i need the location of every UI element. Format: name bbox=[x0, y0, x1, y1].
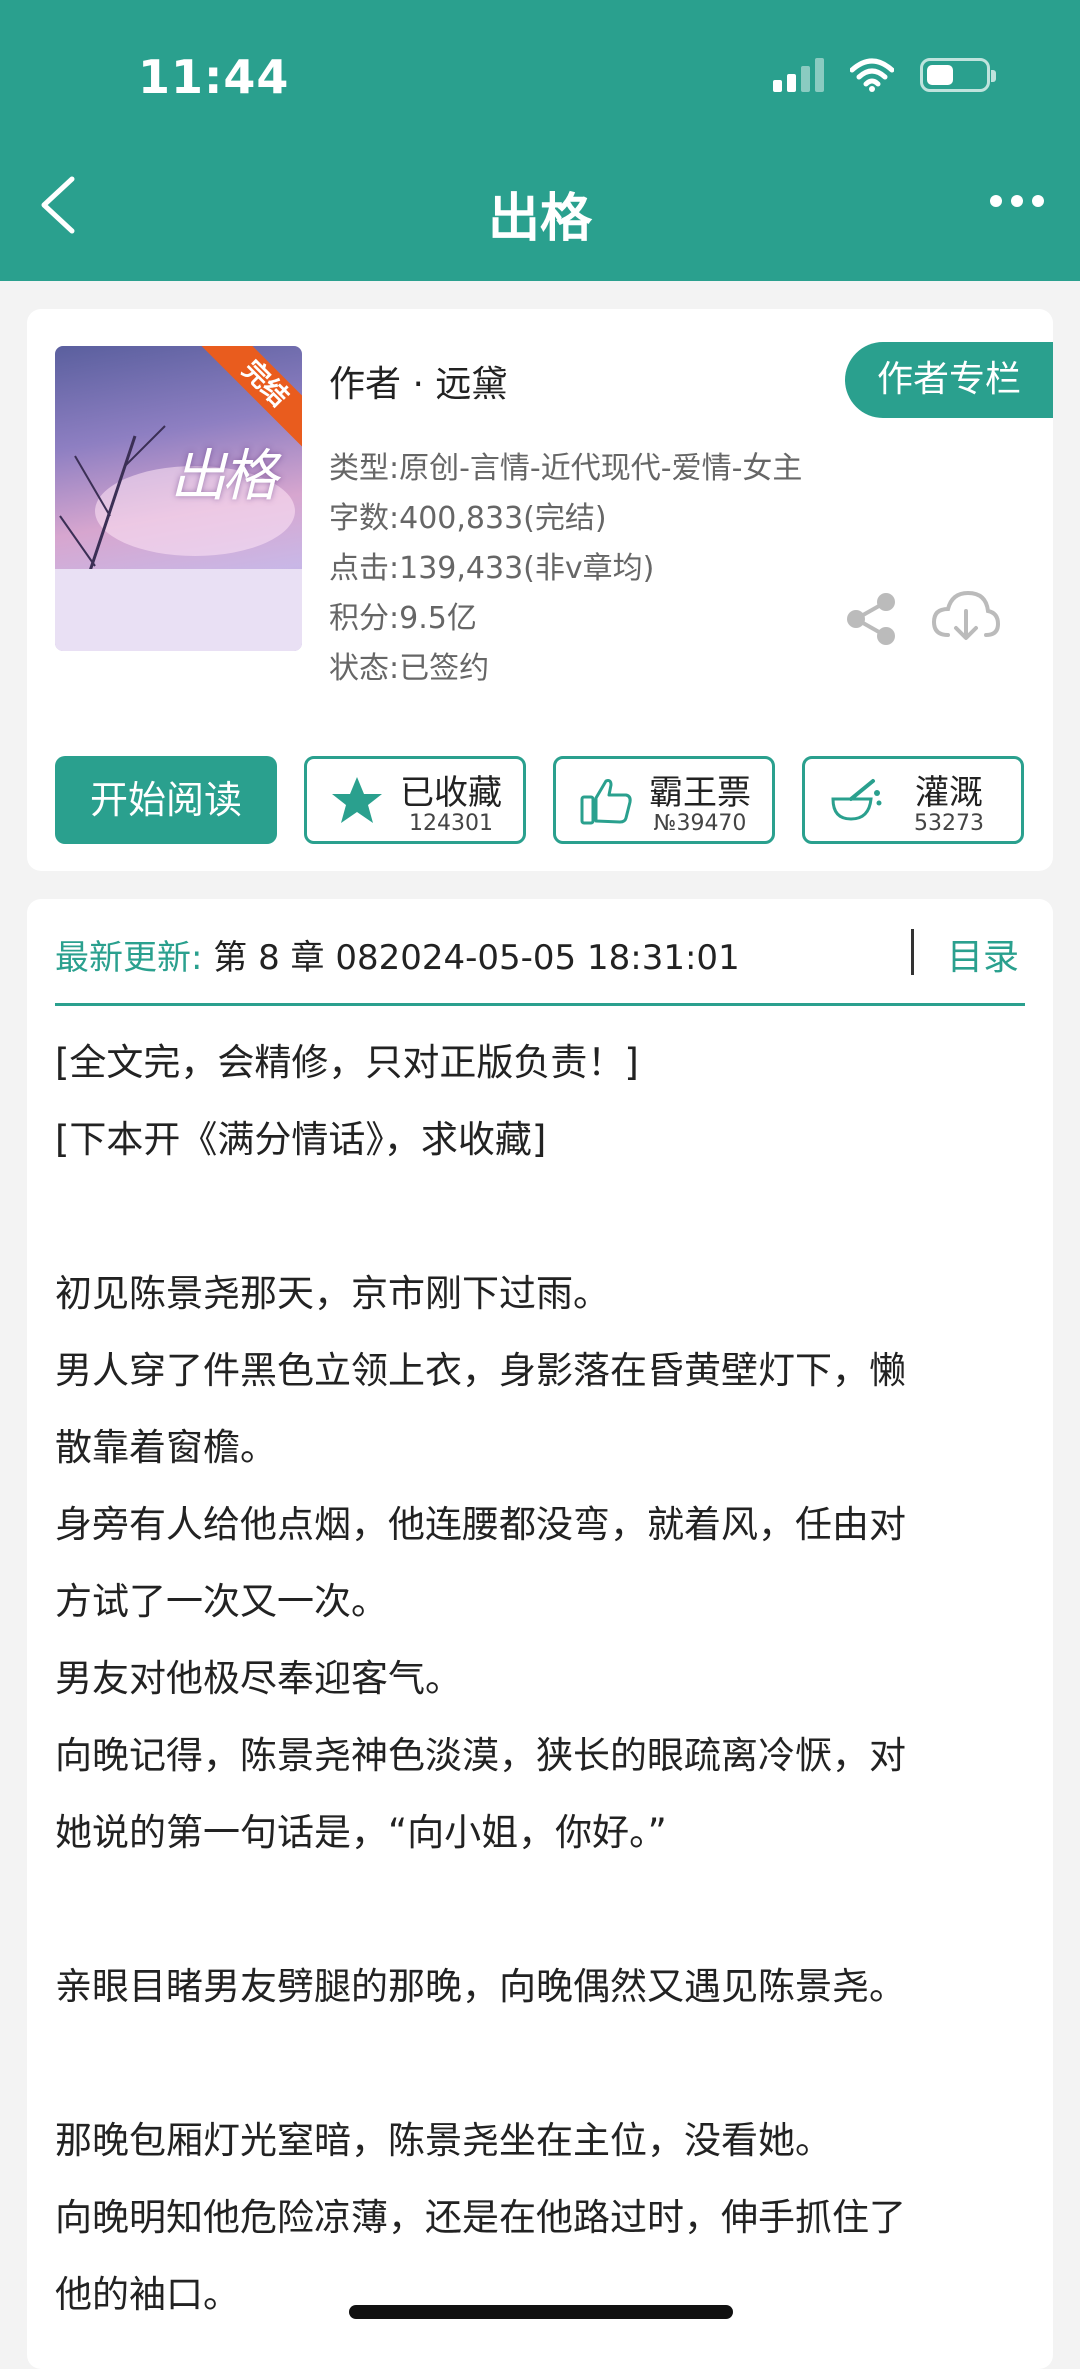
collect-button[interactable]: 已收藏 124301 bbox=[304, 756, 526, 844]
wifi-icon bbox=[850, 58, 894, 92]
description-line: 男人穿了件黑色立领上衣，身影落在昏黄壁灯下，懒 bbox=[55, 1349, 906, 1392]
description-line: [下本开《满分情话》，求收藏] bbox=[55, 1118, 547, 1161]
description-line: 散靠着窗檐。 bbox=[55, 1426, 277, 1469]
app-header: 11:44 出格 bbox=[0, 0, 1080, 281]
book-score: 积分:9.5亿 bbox=[329, 601, 477, 636]
description-line: 他的袖口。 bbox=[55, 2273, 240, 2316]
page-title: 出格 bbox=[487, 189, 592, 249]
vote-label: 霸王票 bbox=[649, 773, 751, 813]
action-buttons: 开始阅读 已收藏 124301 霸王票 №39470 灌溉 53273 bbox=[55, 756, 1024, 844]
description-line: 她说的第一句话是，“向小姐，你好。” bbox=[55, 1811, 667, 1854]
collect-label: 已收藏 bbox=[400, 773, 502, 813]
status-icons bbox=[773, 58, 996, 92]
book-description-card: 最新更新: 第 8 章 082024-05-05 18:31:01 目录 [全文… bbox=[27, 899, 1053, 2369]
description-line: 向晚明知他危险凉薄，还是在他路过时，伸手抓住了 bbox=[55, 2196, 906, 2239]
water-button[interactable]: 灌溉 53273 bbox=[802, 756, 1024, 844]
vote-count: №39470 bbox=[653, 811, 747, 836]
description-line: 男友对他极尽奉迎客气。 bbox=[55, 1657, 462, 1700]
book-clicks: 点击:139,433(非v章均) bbox=[329, 551, 655, 586]
more-menu-button[interactable] bbox=[990, 195, 1044, 207]
description-line: 亲眼目睹男友劈腿的那晚，向晚偶然又遇见陈景尧。 bbox=[55, 1965, 906, 2008]
author-column-button[interactable]: 作者专栏 bbox=[845, 342, 1053, 418]
vote-button[interactable]: 霸王票 №39470 bbox=[553, 756, 775, 844]
cellular-signal-icon bbox=[773, 58, 824, 92]
book-info-card: 出格 完结 作者 · 远黛 作者专栏 类型:原创-言情-近代现代-爱情-女主 字… bbox=[27, 309, 1053, 871]
start-reading-button[interactable]: 开始阅读 bbox=[55, 756, 277, 844]
home-indicator[interactable] bbox=[349, 2305, 733, 2319]
book-description: [全文完，会精修，只对正版负责！] [下本开《满分情话》，求收藏] 初见陈景尧那… bbox=[55, 1024, 1035, 2333]
latest-update-value: 第 8 章 082024-05-05 18:31:01 bbox=[202, 938, 740, 978]
battery-icon bbox=[920, 58, 996, 92]
collect-count: 124301 bbox=[409, 811, 493, 836]
author-name[interactable]: 作者 · 远黛 bbox=[329, 355, 507, 407]
cover-title: 出格 bbox=[170, 444, 278, 509]
share-icon[interactable] bbox=[842, 589, 902, 649]
description-line: 方试了一次又一次。 bbox=[55, 1580, 388, 1623]
description-line: 身旁有人给他点烟，他连腰都没弯，就着风，任由对 bbox=[55, 1503, 906, 1546]
latest-update[interactable]: 最新更新: 第 8 章 082024-05-05 18:31:01 bbox=[55, 929, 1025, 987]
watering-icon bbox=[831, 779, 882, 821]
book-cover[interactable]: 出格 完结 bbox=[55, 346, 302, 651]
water-label: 灌溉 bbox=[915, 773, 983, 813]
water-count: 53273 bbox=[914, 811, 984, 836]
book-status: 状态:已签约 bbox=[329, 651, 490, 686]
divider bbox=[55, 1003, 1025, 1006]
cover-bottom-band bbox=[55, 569, 302, 651]
latest-update-label: 最新更新: bbox=[55, 938, 203, 978]
update-separator bbox=[911, 929, 914, 975]
status-time: 11:44 bbox=[138, 50, 290, 104]
description-line bbox=[55, 2025, 1035, 2102]
description-line: [全文完，会精修，只对正版负责！] bbox=[55, 1041, 639, 1084]
book-meta: 类型:原创-言情-近代现代-爱情-女主 字数:400,833(完结) 点击:13… bbox=[329, 444, 802, 694]
book-word-count: 字数:400,833(完结) bbox=[329, 501, 607, 536]
star-icon bbox=[332, 777, 382, 823]
description-line bbox=[55, 1871, 1035, 1948]
description-line: 那晚包厢灯光窒暗，陈景尧坐在主位，没看她。 bbox=[55, 2119, 832, 2162]
description-line: 初见陈景尧那天，京市刚下过雨。 bbox=[55, 1272, 610, 1315]
description-line bbox=[55, 1178, 1035, 1255]
thumbs-up-icon bbox=[580, 779, 632, 825]
description-line: 向晚记得，陈景尧神色淡漠，狭长的眼疏离冷恹，对 bbox=[55, 1734, 906, 1777]
book-type: 类型:原创-言情-近代现代-爱情-女主 bbox=[329, 451, 803, 486]
cloud-download-icon[interactable] bbox=[930, 587, 1000, 647]
catalog-button[interactable]: 目录 bbox=[947, 929, 1019, 987]
